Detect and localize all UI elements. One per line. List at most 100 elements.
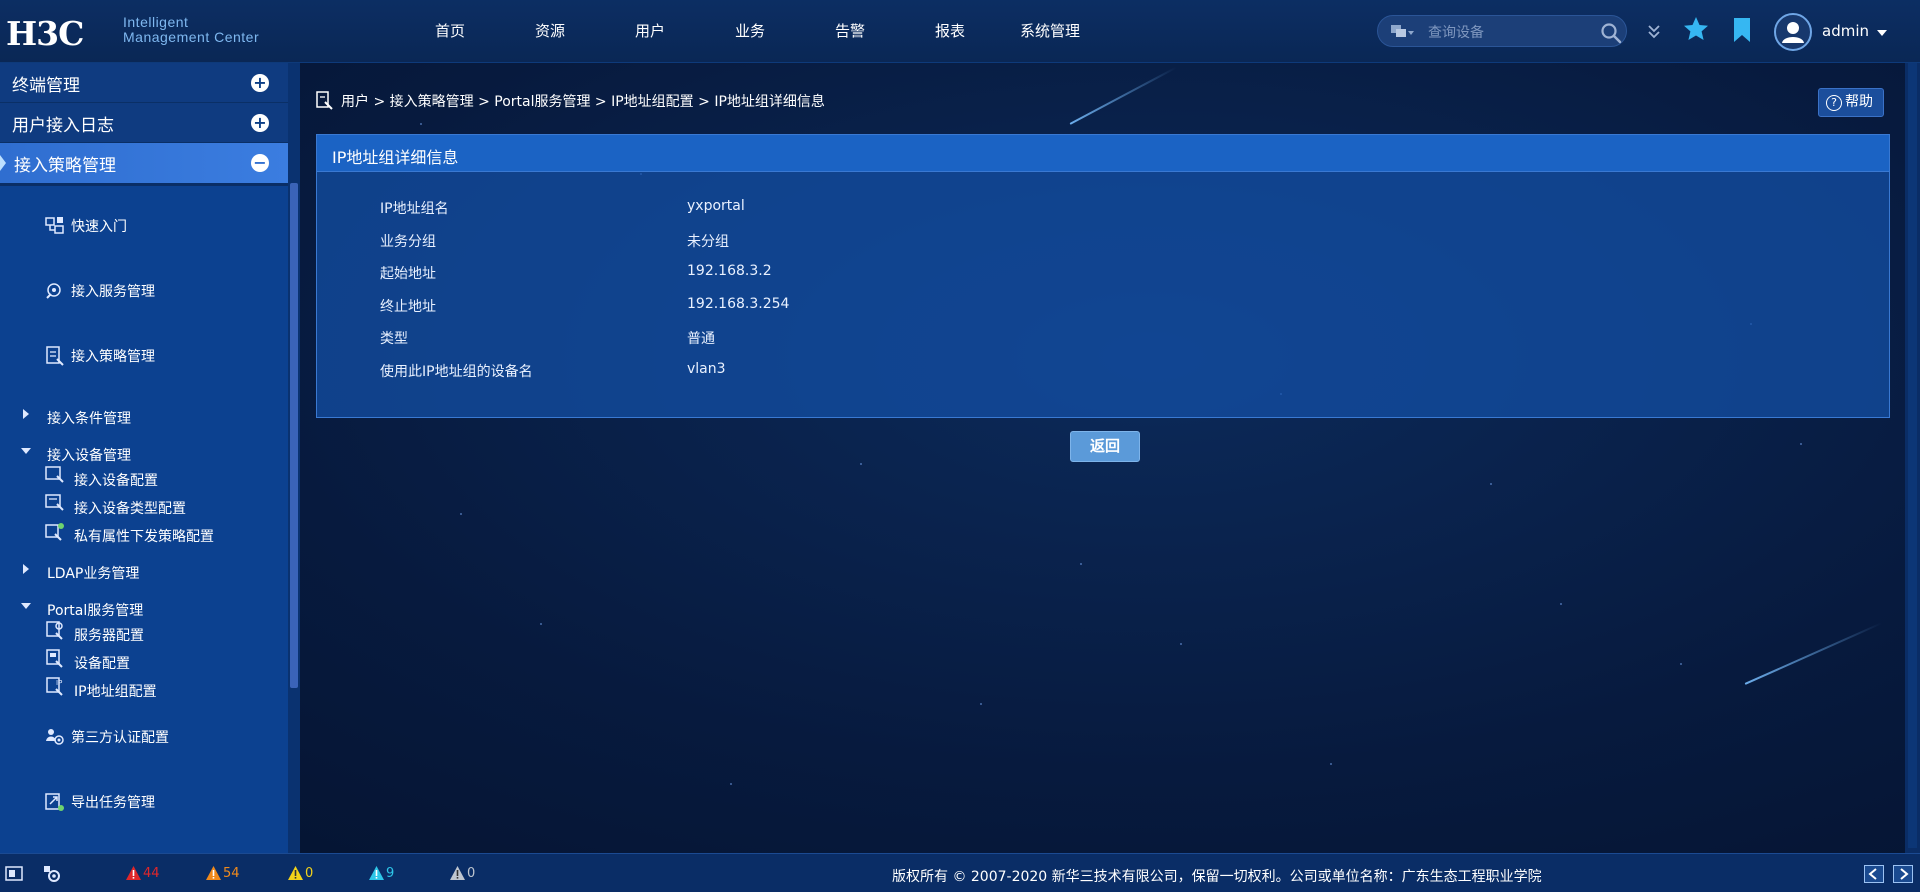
arrow-right-icon (1900, 868, 1909, 880)
arrow-left-icon (1868, 868, 1877, 880)
sidebar-group-ldap[interactable]: LDAP业务管理 (0, 559, 280, 583)
nav-report[interactable]: 报表 (900, 0, 1000, 63)
field-value: 普通 (687, 331, 715, 347)
settings-icon[interactable] (42, 864, 62, 884)
star-icon[interactable] (1682, 15, 1710, 43)
field-label: 起始地址 (380, 266, 436, 282)
alarm-count: 0 (305, 866, 314, 881)
nav-resource[interactable]: 资源 (500, 0, 600, 63)
sidebar-section-access-policy[interactable]: 接入策略管理 − (0, 143, 288, 183)
detail-row: 使用此IP地址组的设备名 vlan3 (380, 361, 1080, 381)
device-type-config-icon (45, 494, 64, 511)
menu-label: 服务器配置 (74, 628, 144, 644)
field-value: yxportal (687, 198, 745, 214)
section-label: 终端管理 (12, 76, 80, 96)
sidebar-item-access-device-config[interactable]: 接入设备配置 (0, 465, 280, 489)
top-bar: H3C Intelligent Management Center 首页 资源 … (0, 0, 1920, 63)
nav-service[interactable]: 业务 (700, 0, 800, 63)
menu-label: 接入设备类型配置 (74, 501, 186, 517)
bookmark-icon[interactable] (1731, 17, 1753, 43)
unknown-alarm-icon (450, 866, 465, 880)
field-value: 192.168.3.2 (687, 263, 772, 279)
product-line-1: Intelligent (123, 14, 189, 30)
section-label: 接入策略管理 (14, 156, 116, 176)
sidebar-item-third-party-auth[interactable]: 第三方认证配置 (0, 724, 280, 750)
sidebar-scrollbar[interactable] (288, 63, 300, 853)
search-icon[interactable] (1600, 22, 1622, 44)
menu-label: 接入设备管理 (47, 448, 131, 464)
collapse-panel-button[interactable] (1864, 865, 1884, 883)
main-nav: 首页 资源 用户 业务 告警 报表 系统管理 (400, 0, 1100, 63)
caret-down-icon[interactable] (1876, 29, 1888, 37)
svg-text:IP: IP (56, 679, 62, 687)
device-type-icon[interactable] (1390, 23, 1414, 41)
nav-home[interactable]: 首页 (400, 0, 500, 63)
search-input[interactable] (1428, 21, 1578, 43)
double-chevron-down-icon[interactable] (1643, 20, 1665, 44)
help-button[interactable]: ? 帮助 (1818, 88, 1884, 117)
critical-alarm-icon (126, 866, 141, 880)
back-button[interactable]: 返回 (1070, 431, 1140, 462)
window-icon[interactable] (4, 864, 24, 884)
collapse-icon[interactable]: − (251, 154, 269, 172)
major-alarm-icon (206, 866, 221, 880)
help-icon: ? (1826, 95, 1842, 111)
menu-label: 第三方认证配置 (71, 730, 169, 746)
sidebar-item-access-device-type-config[interactable]: 接入设备类型配置 (0, 493, 280, 517)
nav-alarm[interactable]: 告警 (800, 0, 900, 63)
sidebar-group-portal[interactable]: Portal服务管理 (0, 596, 280, 620)
logo-text: H3C (6, 14, 84, 53)
expand-icon[interactable]: + (251, 74, 269, 92)
sidebar-item-private-attr-policy[interactable]: 私有属性下发策略配置 (0, 521, 280, 545)
caret-down-icon[interactable] (20, 600, 32, 612)
caret-right-icon[interactable] (20, 563, 32, 575)
scrollbar-thumb[interactable] (1908, 63, 1917, 848)
sidebar-item-access-policy[interactable]: 接入策略管理 (0, 343, 280, 369)
sidebar-item-access-service[interactable]: 接入服务管理 (0, 278, 280, 304)
caret-right-icon[interactable] (20, 408, 32, 420)
alarm-count: 54 (223, 866, 240, 881)
field-label: 终止地址 (380, 299, 436, 315)
sidebar-item-server-config[interactable]: 服务器配置 (0, 620, 280, 644)
menu-label: 接入条件管理 (47, 411, 131, 427)
sidebar-section-access-log[interactable]: 用户接入日志 + (0, 103, 288, 143)
expand-panel-button[interactable] (1893, 865, 1913, 883)
h3c-logo[interactable]: H3C Intelligent Management Center (6, 12, 286, 53)
sidebar-item-ip-group-config[interactable]: IP IP地址组配置 (0, 676, 280, 700)
menu-label: 快速入门 (71, 219, 127, 235)
expand-icon[interactable]: + (251, 114, 269, 132)
user-avatar[interactable] (1774, 13, 1812, 51)
panel-title: IP地址组详细信息 (332, 148, 459, 167)
field-value: vlan3 (687, 361, 726, 377)
access-policy-icon (46, 346, 64, 366)
menu-label: 私有属性下发策略配置 (74, 529, 214, 545)
menu-label: 导出任务管理 (71, 795, 155, 811)
sidebar-section-terminal[interactable]: 终端管理 + (0, 63, 288, 103)
content-scrollbar[interactable] (1905, 63, 1920, 853)
scrollbar-thumb[interactable] (290, 183, 298, 688)
ip-group-detail-panel: IP地址组详细信息 IP地址组名 yxportal 业务分组 未分组 起始地址 … (316, 134, 1890, 418)
breadcrumb-icon (316, 91, 333, 110)
nav-user[interactable]: 用户 (600, 0, 700, 63)
server-config-icon (46, 621, 63, 640)
help-label: 帮助 (1845, 94, 1873, 110)
menu-label: Portal服务管理 (47, 603, 144, 619)
detail-row: IP地址组名 yxportal (380, 198, 1080, 218)
menu-label: IP地址组配置 (74, 684, 157, 700)
sidebar-item-quick-start[interactable]: 快速入门 (0, 213, 280, 239)
alarm-count: 0 (467, 866, 476, 881)
export-task-icon (45, 793, 64, 811)
minor-alarm-icon (288, 866, 303, 880)
field-value: 未分组 (687, 234, 729, 250)
breadcrumb-path[interactable]: 用户 > 接入策略管理 > Portal服务管理 > IP地址组配置 > IP地… (341, 91, 825, 111)
username[interactable]: admin (1822, 22, 1869, 40)
alarm-count: 9 (386, 866, 395, 881)
field-label: 业务分组 (380, 234, 436, 250)
nav-system[interactable]: 系统管理 (1000, 0, 1100, 63)
sidebar-group-access-condition[interactable]: 接入条件管理 (0, 404, 280, 428)
sidebar-group-access-device[interactable]: 接入设备管理 (0, 441, 280, 465)
sidebar-item-export-task[interactable]: 导出任务管理 (0, 789, 280, 815)
sidebar-item-device-config[interactable]: 设备配置 (0, 648, 280, 672)
field-label: IP地址组名 (380, 201, 449, 217)
caret-down-icon[interactable] (20, 445, 32, 457)
